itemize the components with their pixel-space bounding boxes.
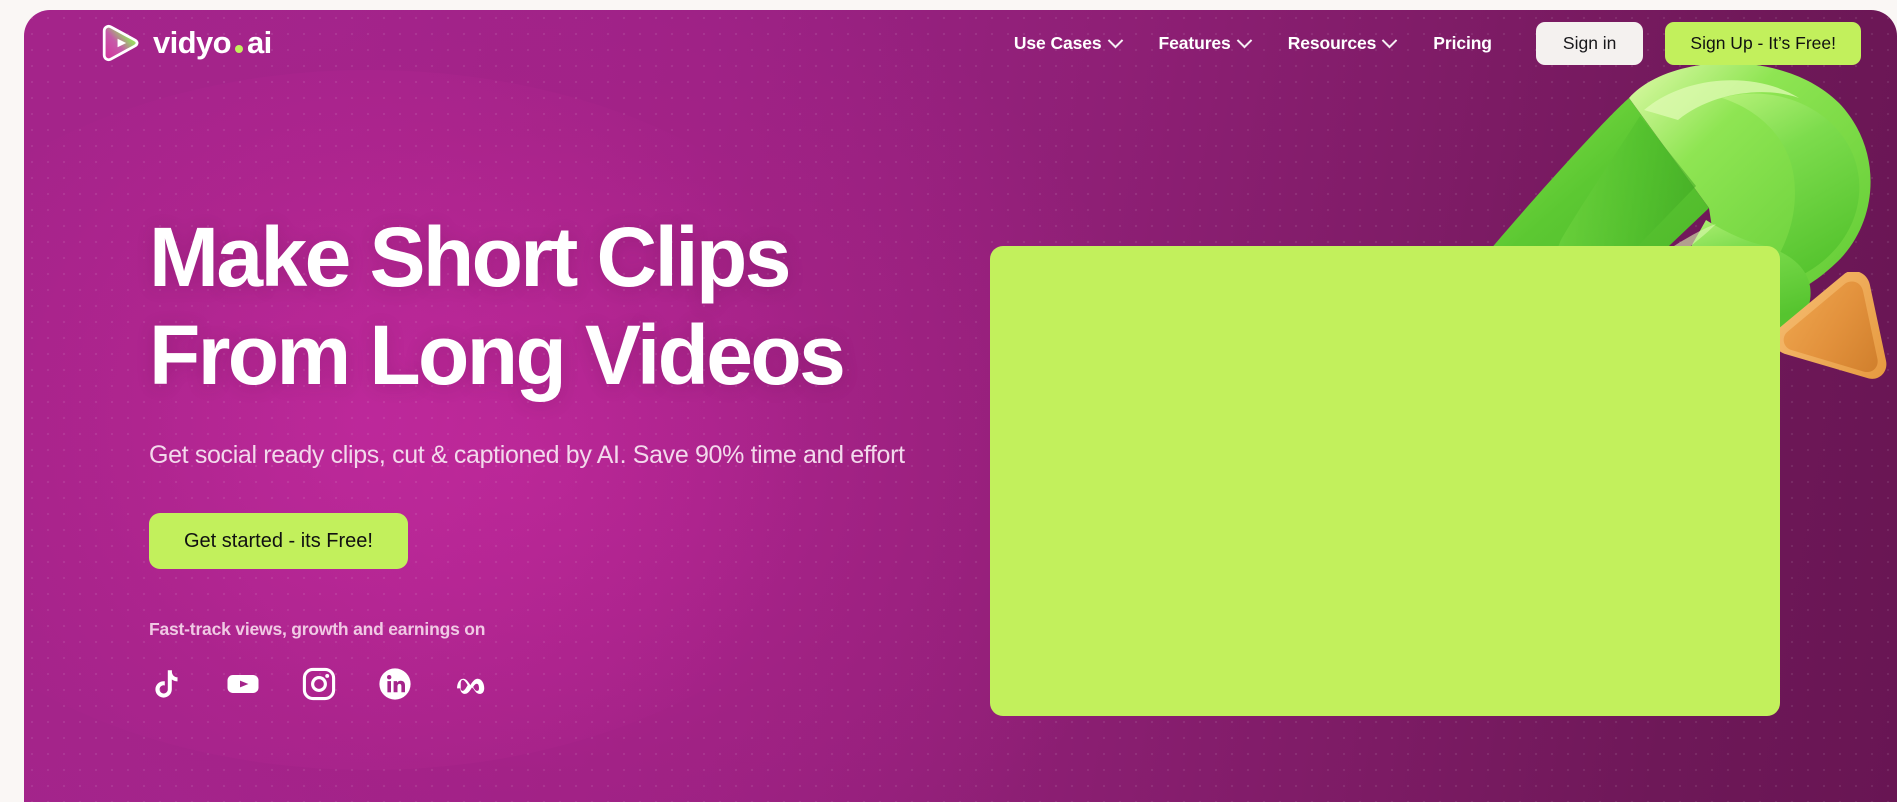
orange-3d-triangle-shape [1773, 272, 1887, 379]
get-started-button[interactable]: Get started - its Free! [149, 513, 408, 569]
social-icons-row [149, 666, 969, 702]
hero-subheadline: Get social ready clips, cut & captioned … [149, 441, 905, 469]
nav-label-use-cases: Use Cases [1013, 32, 1102, 53]
hero-headline-line1: Make Short Clips [149, 210, 791, 304]
nav-item-use-cases[interactable]: Use Cases [1013, 32, 1123, 54]
page-root: vidyo ai Use Cases Features Resources Pr… [0, 0, 1897, 802]
top-navigation-bar: vidyo ai Use Cases Features Resources Pr… [24, 10, 1897, 76]
brand-name-first: vidyo [153, 25, 232, 60]
hero-video-placeholder[interactable] [990, 246, 1780, 716]
nav-item-features[interactable]: Features [1158, 32, 1252, 54]
chevron-down-icon [1382, 32, 1398, 48]
nav-label-features: Features [1158, 32, 1231, 53]
hero-headline: Make Short Clips From Long Videos [149, 215, 969, 397]
meta-icon[interactable] [453, 666, 489, 702]
brand-dot-icon [234, 45, 243, 53]
hero-headline-line2: From Long Videos [149, 308, 846, 402]
social-proof-label: Fast-track views, growth and earnings on [149, 619, 486, 639]
nav-links: Use Cases Features Resources Pricing [1013, 32, 1492, 54]
brand-name-second: ai [246, 25, 272, 60]
nav-item-pricing[interactable]: Pricing [1433, 33, 1492, 54]
hero-section: vidyo ai Use Cases Features Resources Pr… [24, 10, 1897, 802]
linkedin-icon[interactable] [377, 666, 413, 702]
nav-actions: Sign in Sign Up - It’s Free! [1535, 21, 1861, 65]
play-triangle-logo-icon [102, 24, 139, 62]
nav-item-resources[interactable]: Resources [1287, 32, 1398, 54]
youtube-icon[interactable] [225, 666, 261, 702]
brand-logo[interactable]: vidyo ai [100, 22, 272, 64]
instagram-icon[interactable] [301, 666, 337, 702]
brand-wordmark: vidyo ai [153, 25, 272, 61]
chevron-down-icon [1236, 32, 1252, 48]
hero-content: Make Short Clips From Long Videos Get so… [149, 215, 969, 702]
nav-label-resources: Resources [1287, 32, 1377, 53]
chevron-down-icon [1107, 32, 1123, 48]
nav-label-pricing: Pricing [1433, 32, 1492, 53]
tiktok-icon[interactable] [149, 666, 185, 702]
sign-up-button[interactable]: Sign Up - It’s Free! [1665, 21, 1861, 65]
sign-in-button[interactable]: Sign in [1535, 21, 1644, 65]
